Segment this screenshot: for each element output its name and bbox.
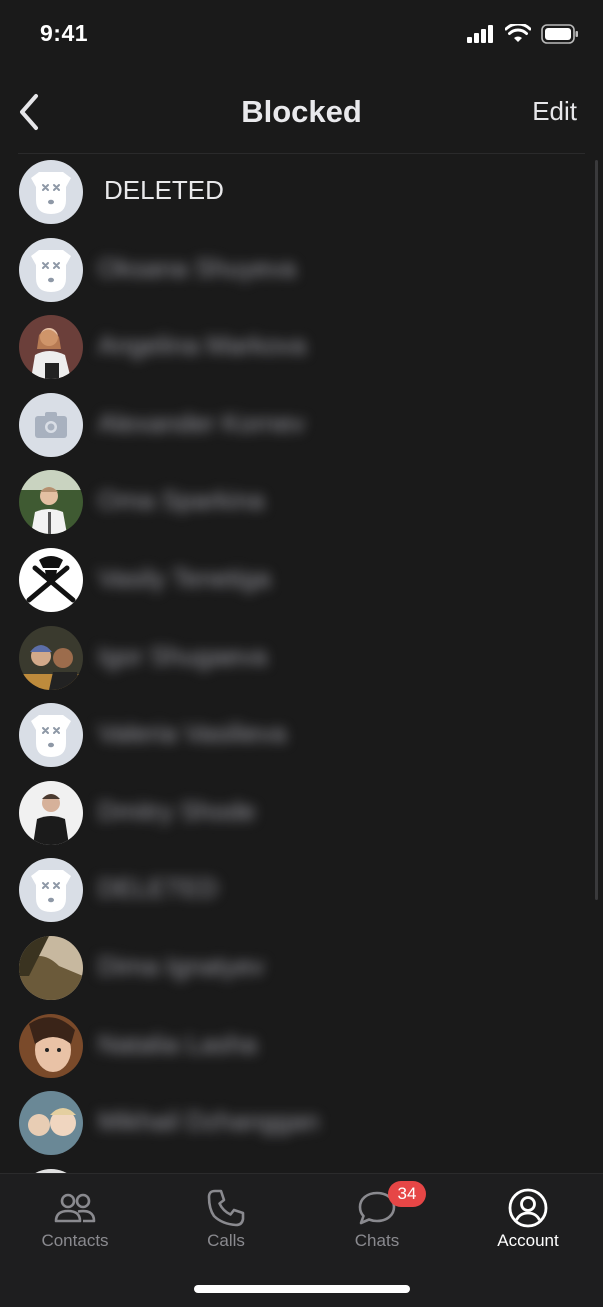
- contact-name: Valeria Vasilieva: [98, 718, 287, 749]
- avatar: [19, 470, 83, 535]
- avatar: [19, 315, 83, 380]
- scrollbar[interactable]: [595, 160, 598, 900]
- list-item[interactable]: Natalia Lasha: [0, 1009, 590, 1087]
- blocked-list[interactable]: DELETED Oksana Shuyeva Angelina Markova Ale…: [0, 155, 590, 1175]
- contact-name: Dmitry Shode: [98, 795, 256, 826]
- contact-name: Dima Ignatyev: [98, 950, 265, 981]
- list-item[interactable]: DELETED: [0, 155, 590, 233]
- list-item[interactable]: Vasily Tenetiga: [0, 543, 590, 621]
- tab-contacts[interactable]: Contacts: [0, 1174, 150, 1264]
- avatar: [19, 703, 83, 768]
- avatar: [19, 547, 83, 612]
- tab-contacts-label: Contacts: [41, 1231, 109, 1250]
- tab-account[interactable]: Account: [453, 1174, 603, 1264]
- avatar: [19, 625, 83, 690]
- list-item[interactable]: Oma Sparkina: [0, 465, 590, 543]
- contact-name: Alexander Kornev: [98, 407, 305, 438]
- contact-name: Natalia Lasha: [98, 1028, 257, 1059]
- tab-chats[interactable]: 34 Chats: [302, 1174, 452, 1264]
- chats-badge: 34: [388, 1181, 426, 1207]
- status-icons: [467, 24, 579, 44]
- list-item[interactable]: Mikhail Dzhanggan: [0, 1086, 590, 1164]
- contact-name: Igor Shugaeva: [98, 640, 268, 671]
- list-item[interactable]: DELETED: [0, 853, 590, 931]
- home-indicator: [194, 1285, 410, 1293]
- signal-icon: [467, 25, 493, 43]
- contacts-icon: [54, 1193, 96, 1223]
- avatar: [19, 858, 83, 923]
- tab-account-label: Account: [497, 1231, 559, 1250]
- list-item[interactable]: Igor Shugaeva: [0, 621, 590, 699]
- list-item[interactable]: Valeria Vasilieva: [0, 698, 590, 776]
- avatar: [19, 935, 83, 1000]
- tab-calls-label: Calls: [207, 1231, 245, 1250]
- status-bar: 9:41: [0, 0, 603, 70]
- list-item[interactable]: Alexander Kornev: [0, 388, 590, 466]
- avatar: [19, 780, 83, 845]
- contact-name: Mikhail Dzhanggan: [98, 1106, 320, 1137]
- contact-name: Oma Sparkina: [98, 485, 265, 516]
- phone-icon: [207, 1189, 245, 1227]
- status-time: 9:41: [40, 20, 89, 46]
- avatar: [19, 1091, 83, 1156]
- list-item[interactable]: Oksana Shuyeva: [0, 233, 590, 311]
- list-item[interactable]: Angelina Markova: [0, 310, 590, 388]
- page-title: Blocked: [241, 94, 362, 129]
- battery-icon: [541, 24, 578, 44]
- tab-calls[interactable]: Calls: [151, 1174, 301, 1264]
- tab-chats-label: Chats: [354, 1231, 400, 1250]
- contact-name: Angelina Markova: [98, 330, 307, 361]
- avatar: [19, 392, 83, 457]
- contact-name: DELETED: [104, 175, 224, 205]
- avatar: [19, 160, 83, 224]
- contact-name: Vasily Tenetiga: [98, 562, 271, 593]
- contact-name: Oksana Shuyeva: [98, 252, 297, 283]
- header-divider: [18, 153, 585, 154]
- list-item[interactable]: Dmitry Shode: [0, 776, 590, 854]
- edit-button[interactable]: Edit: [532, 96, 577, 127]
- avatar: [19, 1013, 83, 1078]
- nav-bar: Blocked Edit: [0, 78, 603, 148]
- avatar: [19, 237, 83, 302]
- list-item[interactable]: Dima Ignatyev: [0, 931, 590, 1009]
- wifi-icon: [505, 24, 531, 42]
- contact-name: DELETED: [98, 873, 218, 904]
- account-icon: [508, 1188, 548, 1228]
